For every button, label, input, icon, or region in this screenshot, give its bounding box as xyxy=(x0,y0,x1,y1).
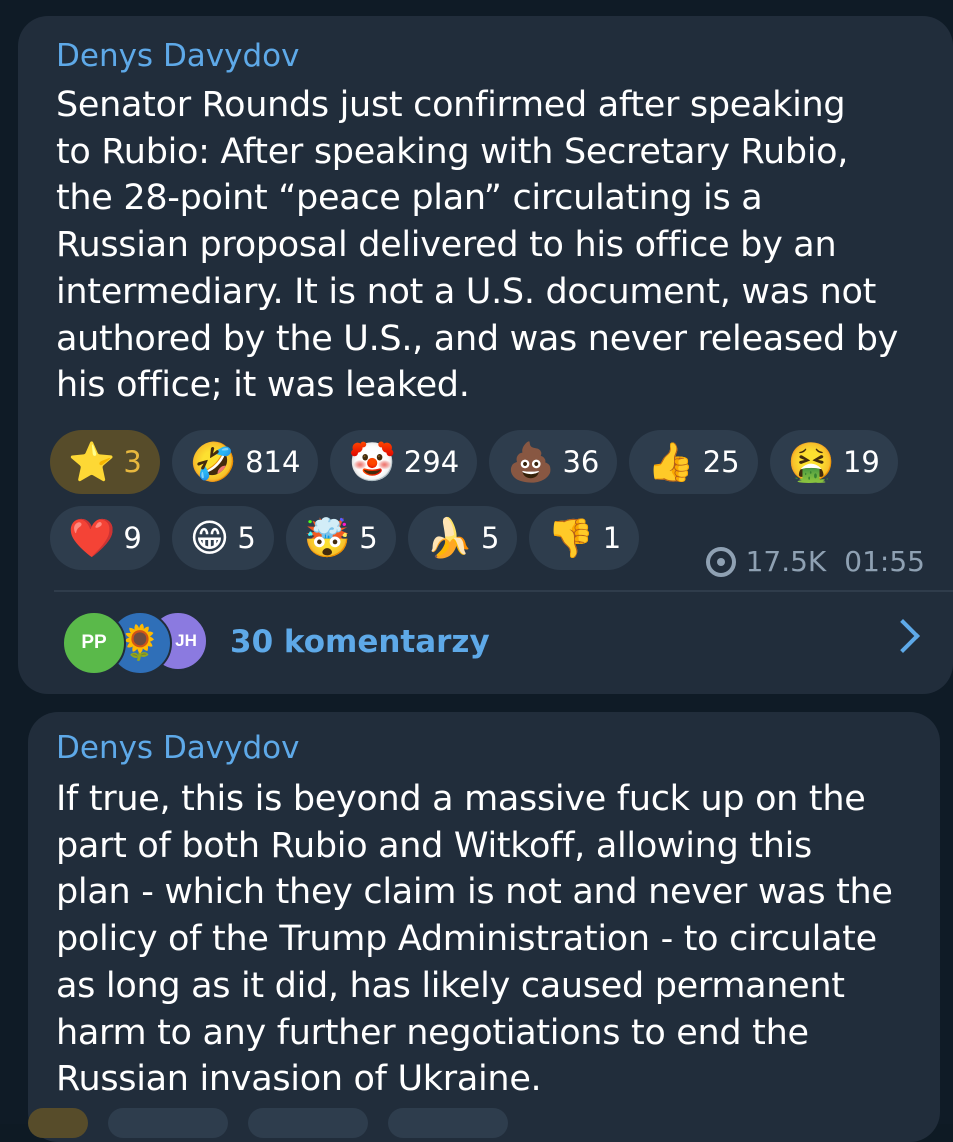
reaction-count: 5 xyxy=(480,521,500,555)
reaction-chip[interactable]: 🤯 5 xyxy=(285,506,396,570)
reaction-chip[interactable]: 😁 5 xyxy=(171,506,274,570)
sender-name[interactable]: Denys Davydov xyxy=(56,38,300,74)
thumbs-up-icon: 👍 xyxy=(647,440,695,484)
reactions-bar-peek xyxy=(28,1108,508,1138)
reaction-chip[interactable] xyxy=(388,1108,508,1138)
avatar: PP xyxy=(62,611,126,675)
chevron-right-icon[interactable] xyxy=(886,619,920,653)
message-text: If true, this is beyond a massive fuck u… xyxy=(56,779,893,1100)
comments-button[interactable]: PP 🌻 JH 30 komentarzy xyxy=(62,610,923,675)
vomit-icon: 🤮 xyxy=(787,440,835,484)
message-bubble[interactable]: Denys Davydov If true, this is beyond a … xyxy=(28,712,940,1142)
reaction-count: 1 xyxy=(602,521,622,555)
reaction-chip[interactable]: 🤣 814 xyxy=(171,430,319,494)
reaction-count: 3 xyxy=(123,445,142,479)
reaction-chip[interactable] xyxy=(248,1108,368,1138)
reaction-chip[interactable]: 🤡 294 xyxy=(330,430,478,494)
reaction-chip[interactable]: 👍 25 xyxy=(629,430,758,494)
thumbs-down-icon: 👎 xyxy=(547,516,595,560)
reaction-count: 5 xyxy=(237,521,256,555)
comments-label[interactable]: 30 komentarzy xyxy=(230,624,490,660)
message-meta: 17.5K 01:55 xyxy=(705,545,925,578)
reaction-chip[interactable]: 👎 1 xyxy=(529,506,640,570)
mind-blown-icon: 🤯 xyxy=(303,516,352,560)
reaction-chip[interactable]: ⭐ 3 xyxy=(50,430,160,494)
star-icon: ⭐ xyxy=(68,440,116,484)
poop-icon: 💩 xyxy=(507,440,555,484)
message-time: 01:55 xyxy=(844,545,925,578)
reaction-chip[interactable] xyxy=(28,1108,88,1138)
view-count: 17.5K xyxy=(745,545,827,578)
clown-icon: 🤡 xyxy=(348,440,396,484)
reaction-count: 9 xyxy=(123,521,142,555)
reaction-count: 25 xyxy=(702,445,740,479)
reaction-chip[interactable]: 💩 36 xyxy=(489,430,618,494)
heart-icon: ❤️ xyxy=(68,516,116,560)
banana-icon: 🍌 xyxy=(425,516,473,560)
message-bubble[interactable]: Denys Davydov Senator Rounds just confir… xyxy=(18,16,953,694)
reaction-count: 294 xyxy=(403,445,460,479)
reaction-count: 19 xyxy=(842,445,880,479)
divider xyxy=(54,590,953,592)
sender-name[interactable]: Denys Davydov xyxy=(56,730,300,766)
reaction-chip[interactable]: 🍌 5 xyxy=(407,506,518,570)
grin-icon: 😁 xyxy=(189,516,230,560)
eye-icon xyxy=(705,546,736,577)
rofl-icon: 🤣 xyxy=(189,440,238,484)
reaction-count: 36 xyxy=(562,445,600,479)
reaction-chip[interactable] xyxy=(108,1108,228,1138)
commenter-avatars: PP 🌻 JH xyxy=(62,611,212,675)
reaction-count: 814 xyxy=(245,445,301,479)
reaction-chip[interactable]: 🤮 19 xyxy=(769,430,898,494)
reaction-count: 5 xyxy=(359,521,378,555)
reaction-chip[interactable]: ❤️ 9 xyxy=(50,506,160,570)
message-text: Senator Rounds just confirmed after spea… xyxy=(56,85,899,406)
